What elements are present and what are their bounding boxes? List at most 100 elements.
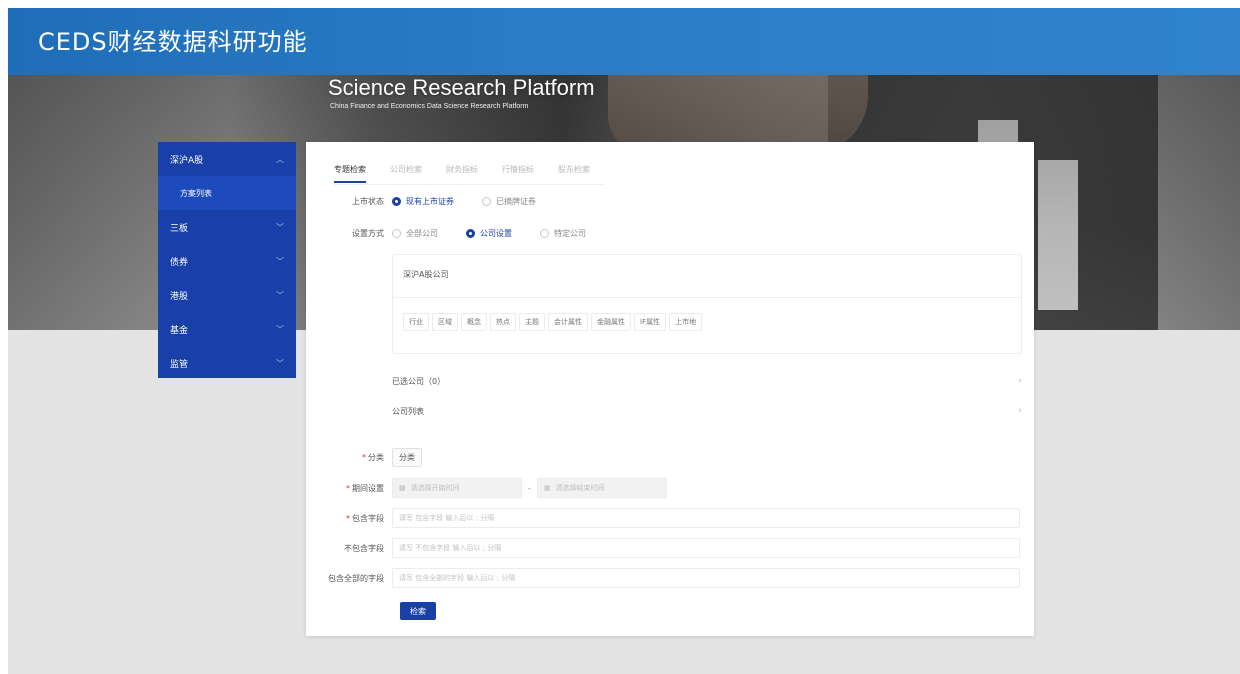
chevron-right-icon: ›	[1018, 376, 1022, 386]
sidebar-item-a-shares[interactable]: 深沪A股 ︿	[158, 142, 296, 176]
sidebar-subitem-plan-list[interactable]: 方案列表	[158, 176, 296, 210]
tab-divider	[334, 184, 604, 185]
search-submit-button[interactable]: 检索	[400, 602, 436, 620]
hero-subtitle: China Finance and Economics Data Science…	[330, 103, 529, 110]
filter-if-button[interactable]: IF属性	[634, 313, 667, 331]
company-list-label: 公司列表	[392, 407, 424, 416]
radio-label: 已摘牌证券	[496, 197, 536, 206]
category-row: * 分类 分类	[306, 448, 422, 467]
filter-region-button[interactable]: 区域	[432, 313, 458, 331]
radio-dot-icon	[392, 229, 401, 238]
company-filter-box: 深沪A股公司 行业 区域 概念 热点 主题 会计属性 金融属性 IF属性 上市地	[392, 254, 1022, 354]
filter-concept-button[interactable]: 概念	[461, 313, 487, 331]
category-label: * 分类	[306, 452, 392, 463]
sidebar-item-label: 基金	[170, 325, 189, 336]
required-marker: *	[346, 513, 350, 523]
listing-status-row: 上市状态 现有上市证券 已摘牌证券	[306, 196, 564, 207]
date-separator: -	[528, 483, 531, 493]
include-fields-input[interactable]	[392, 508, 1020, 528]
sidebar-item-new-otc[interactable]: 三板 ﹀	[158, 210, 296, 244]
sidebar-item-label: 深沪A股	[170, 155, 204, 166]
tab-market-indicators[interactable]: 行情指标	[502, 162, 534, 183]
sidebar-item-label: 监管	[170, 359, 189, 370]
filter-hotspot-button[interactable]: 热点	[490, 313, 516, 331]
exclude-fields-label: 不包含字段	[344, 543, 384, 553]
radio-dot-icon	[482, 197, 491, 206]
radio-label: 现有上市证券	[406, 197, 454, 206]
include-all-fields-input[interactable]	[392, 568, 1020, 588]
radio-dot-icon	[466, 229, 475, 238]
radio-dot-icon	[392, 197, 401, 206]
filter-industry-button[interactable]: 行业	[403, 313, 429, 331]
sidebar-item-label: 方案列表	[180, 188, 212, 198]
chevron-down-icon: ﹀	[276, 358, 284, 368]
selected-companies-label: 已选公司（0）	[392, 377, 446, 386]
sidebar-item-regulation[interactable]: 监管 ﹀	[158, 346, 296, 380]
exclude-fields-input[interactable]	[392, 538, 1020, 558]
filter-theme-button[interactable]: 主题	[519, 313, 545, 331]
radio-company-settings[interactable]: 公司设置	[466, 228, 512, 239]
search-panel: 专题检索 公司检索 财务指标 行情指标 股东检索 上市状态 现有上市证券 已摘牌…	[306, 142, 1034, 636]
required-marker: *	[346, 483, 350, 493]
tab-shareholder-search[interactable]: 股东检索	[558, 162, 590, 183]
placeholder-text: 请选择开始时间	[410, 484, 460, 492]
filter-finance-button[interactable]: 金融属性	[591, 313, 631, 331]
category-button[interactable]: 分类	[392, 448, 422, 467]
end-date-input[interactable]: ▦ 请选择结束时间	[536, 478, 667, 498]
sidebar-item-bonds[interactable]: 债券 ﹀	[158, 244, 296, 278]
include-all-fields-row: 包含全部的字段	[306, 568, 1020, 588]
radio-specific-companies[interactable]: 特定公司	[540, 228, 586, 239]
chevron-up-icon: ︿	[276, 154, 284, 164]
include-fields-label: * 包含字段	[306, 513, 392, 524]
calendar-icon: ▦	[399, 484, 406, 492]
period-label: * 期间设置	[306, 483, 392, 494]
app-title: CEDS财经数据科研功能	[38, 28, 308, 56]
exclude-fields-row: 不包含字段	[306, 538, 1020, 558]
page-frame: CEDS财经数据科研功能 Science Research Platform C…	[8, 8, 1240, 674]
radio-dot-icon	[540, 229, 549, 238]
radio-delisted[interactable]: 已摘牌证券	[482, 196, 536, 207]
label-text: 期间设置	[352, 483, 384, 493]
sidebar-item-label: 港股	[170, 291, 189, 302]
sidebar-item-label: 三板	[170, 223, 189, 234]
radio-all-companies[interactable]: 全部公司	[392, 228, 438, 239]
hero-title: Science Research Platform	[328, 75, 595, 100]
sidebar-item-hk-stocks[interactable]: 港股 ﹀	[158, 278, 296, 312]
radio-label: 公司设置	[480, 229, 512, 238]
sidebar: 深沪A股 ︿ 方案列表 三板 ﹀ 债券 ﹀ 港股 ﹀ 基金 ﹀ 监管 ﹀	[158, 142, 296, 378]
placeholder-text: 请选择结束时间	[555, 484, 605, 492]
tab-topic-search[interactable]: 专题检索	[334, 162, 366, 183]
chevron-down-icon: ﹀	[276, 222, 284, 232]
filter-button-group: 行业 区域 概念 热点 主题 会计属性 金融属性 IF属性 上市地	[403, 313, 705, 331]
include-all-fields-label: 包含全部的字段	[328, 573, 384, 583]
selection-method-label: 设置方式	[352, 229, 384, 238]
listing-status-label: 上市状态	[352, 197, 384, 206]
label-text: 包含字段	[352, 513, 384, 523]
selected-companies-expander[interactable]: 已选公司（0） ›	[392, 376, 1022, 387]
chevron-right-icon: ›	[1018, 406, 1022, 416]
tab-company-search[interactable]: 公司检索	[390, 162, 422, 183]
period-row: * 期间设置 ▦ 请选择开始时间 - ▦ 请选择结束时间	[306, 478, 667, 498]
tab-financial-indicators[interactable]: 财务指标	[446, 162, 478, 183]
divider	[393, 297, 1021, 298]
chevron-down-icon: ﹀	[276, 256, 284, 266]
start-date-input[interactable]: ▦ 请选择开始时间	[392, 478, 522, 498]
sidebar-item-funds[interactable]: 基金 ﹀	[158, 312, 296, 346]
required-marker: *	[362, 453, 366, 462]
filter-exchange-button[interactable]: 上市地	[669, 313, 703, 331]
selection-method-row: 设置方式 全部公司 公司设置 特定公司	[306, 228, 614, 239]
calendar-icon: ▦	[543, 484, 551, 492]
include-fields-row: * 包含字段	[306, 508, 1020, 528]
filter-accounting-button[interactable]: 会计属性	[548, 313, 588, 331]
tab-bar: 专题检索 公司检索 财务指标 行情指标 股东检索	[334, 162, 614, 183]
radio-current-listed[interactable]: 现有上市证券	[392, 196, 454, 207]
radio-label: 全部公司	[406, 229, 438, 238]
radio-label: 特定公司	[554, 229, 586, 238]
label-text: 分类	[368, 453, 384, 462]
company-list-expander[interactable]: 公司列表 ›	[392, 406, 1022, 417]
company-box-title: 深沪A股公司	[403, 270, 449, 279]
chevron-down-icon: ﹀	[276, 324, 284, 334]
sidebar-item-label: 债券	[170, 257, 189, 268]
top-banner: CEDS财经数据科研功能	[8, 8, 1240, 75]
chevron-down-icon: ﹀	[276, 290, 284, 300]
